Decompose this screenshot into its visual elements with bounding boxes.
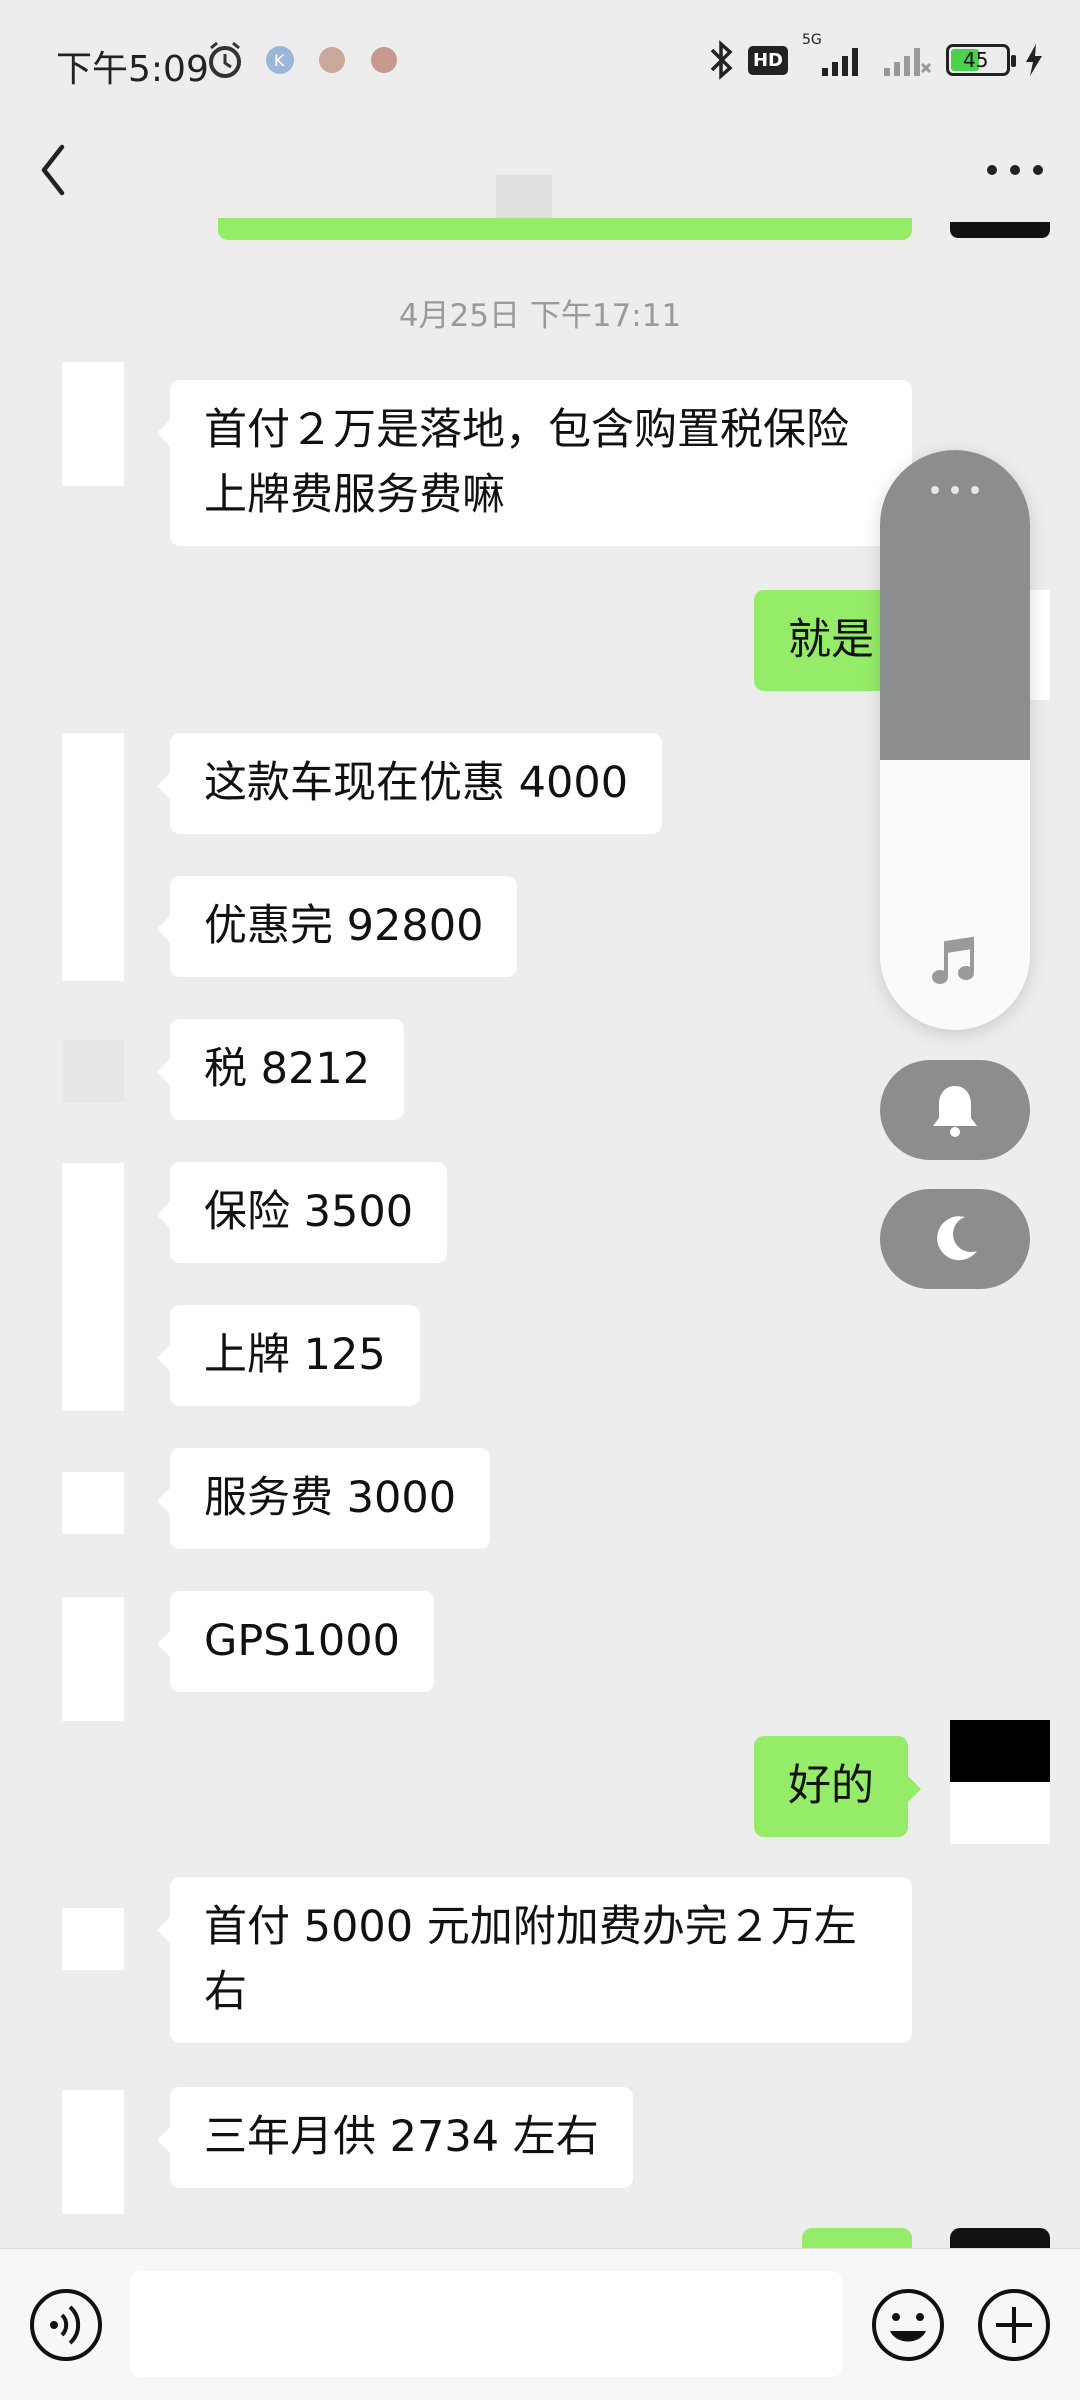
message-input[interactable] — [130, 2271, 842, 2377]
avatar[interactable] — [62, 1908, 124, 1970]
battery-icon: 45 — [946, 44, 1016, 76]
avatar[interactable] — [62, 1597, 124, 1721]
message-bubble-in[interactable]: 保险 3500 — [156, 1162, 448, 1263]
avatar[interactable] — [62, 733, 124, 981]
status-bar: 下午5:09 K HD 5G 45 — [0, 0, 1080, 125]
plus-circle-icon[interactable] — [966, 2277, 1062, 2373]
volume-slider-panel[interactable] — [880, 450, 1030, 1030]
chevron-left-icon[interactable] — [34, 135, 94, 205]
chat-input-bar — [0, 2248, 1080, 2400]
avatar[interactable] — [950, 2228, 1050, 2248]
message-bubble-in[interactable]: 服务费 3000 — [156, 1448, 491, 1549]
previous-message-bubble[interactable] — [218, 218, 912, 240]
message-bubble-in[interactable]: 首付２万是落地，包含购置税保险上牌费服务费嘛 — [157, 380, 912, 546]
bluetooth-icon — [710, 40, 733, 80]
message-bubble-in[interactable]: 上牌 125 — [157, 1305, 420, 1406]
avatar[interactable] — [62, 1472, 124, 1534]
hd-badge: HD — [747, 45, 788, 75]
more-dots-icon[interactable] — [925, 480, 985, 500]
message-bubble-in[interactable]: 三年月供 2734 左右 — [157, 2087, 633, 2188]
do-not-disturb-button[interactable] — [880, 1189, 1030, 1289]
chat-header — [0, 125, 1080, 231]
bell-icon — [933, 1086, 977, 1137]
signal-icon-2 — [884, 48, 932, 76]
message-bubble-out[interactable]: 好的 — [754, 1736, 921, 1837]
app-notification-icon-2 — [319, 47, 345, 73]
battery-level: 45 — [963, 48, 989, 72]
avatar[interactable] — [62, 2090, 124, 2214]
message-bubble-in[interactable]: 税 8212 — [156, 1019, 405, 1120]
message-bubble-in[interactable]: GPS1000 — [157, 1591, 434, 1692]
cell-signal: 5G — [802, 32, 868, 80]
status-system-icons: HD 5G 45 — [708, 32, 1044, 80]
message-bubble-in[interactable]: 优惠完 92800 — [156, 876, 518, 977]
app-notification-icon-3 — [371, 47, 397, 73]
charging-icon — [1026, 44, 1042, 76]
avatar[interactable] — [62, 1040, 124, 1102]
more-dots-icon[interactable] — [980, 135, 1050, 195]
message-bubble-in[interactable]: 这款车现在优惠 4000 — [156, 733, 663, 834]
alarm-icon — [209, 41, 241, 78]
moon-icon — [937, 1216, 977, 1261]
emoji-icon[interactable] — [860, 2277, 956, 2373]
network-type: 5G — [802, 32, 822, 48]
avatar[interactable] — [62, 362, 124, 486]
message-bubble-out[interactable] — [802, 2228, 912, 2248]
avatar[interactable] — [950, 1720, 1050, 1844]
avatar[interactable] — [950, 222, 1050, 238]
app-notification-icon: K — [266, 46, 294, 74]
voice-icon[interactable] — [18, 2277, 114, 2373]
music-note-icon — [932, 936, 974, 984]
status-time: 下午5:09 — [56, 49, 209, 90]
ring-mode-button[interactable] — [880, 1060, 1030, 1160]
status-notification-icons: K — [205, 40, 401, 80]
avatar[interactable] — [62, 1163, 124, 1411]
message-timestamp: 4月25日 下午17:11 — [398, 298, 682, 334]
svg-text:K: K — [274, 51, 285, 70]
message-bubble-in[interactable]: 首付 5000 元加附加费办完２万左右 — [157, 1877, 912, 2043]
